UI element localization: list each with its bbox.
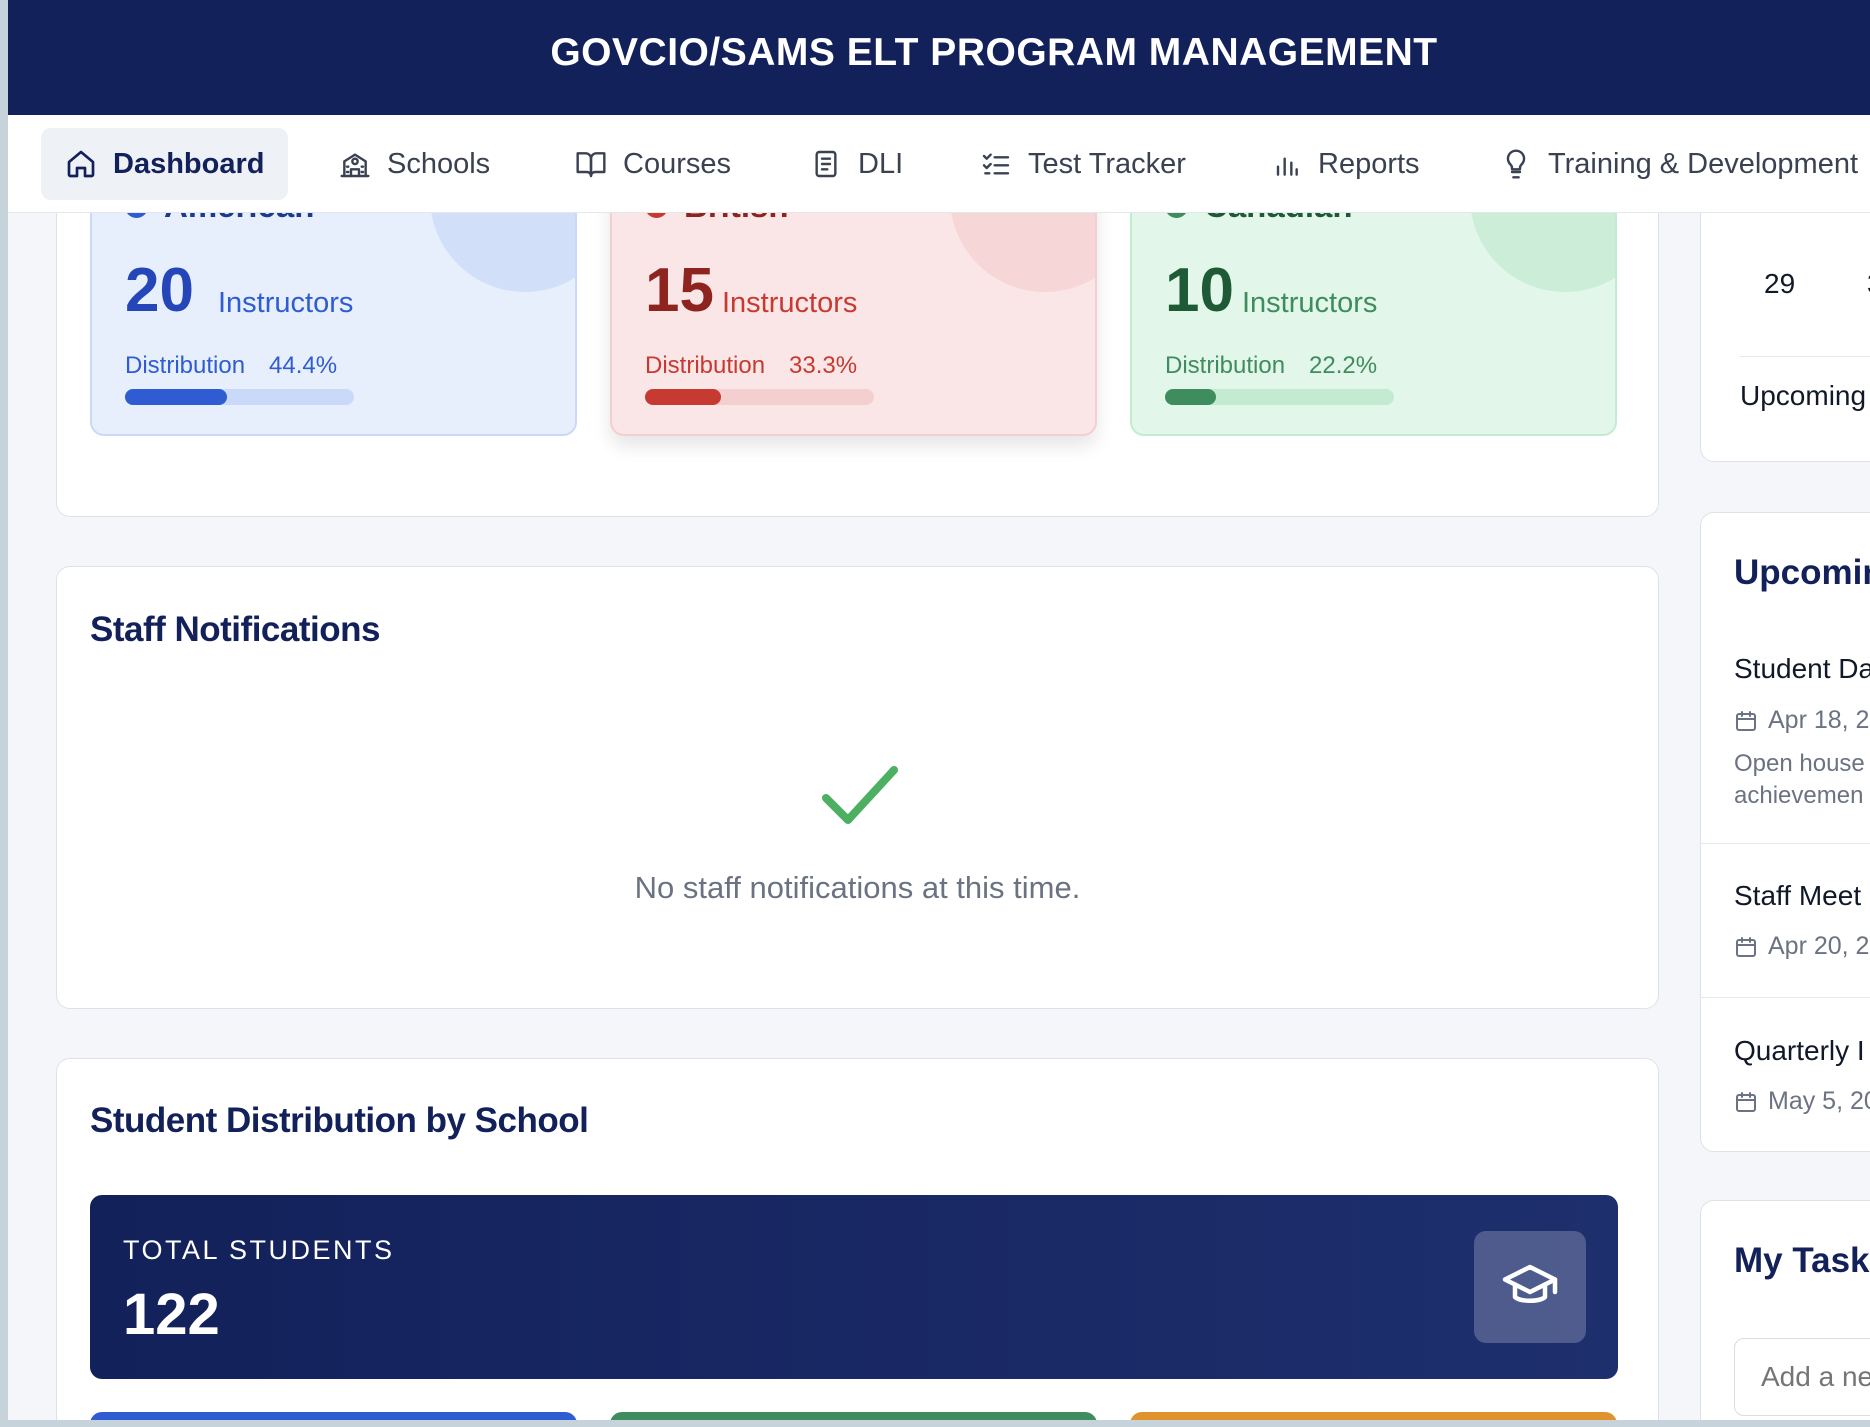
lightbulb-icon (1506, 149, 1526, 179)
instructor-unit: Instructors (1242, 287, 1378, 319)
checklist-icon (982, 153, 1010, 175)
event-date: Apr 20, 2 (1768, 932, 1870, 960)
nav-tab-courses[interactable]: Courses (551, 128, 755, 200)
upcoming-events-title: Upcomin (1734, 553, 1870, 592)
school-card-strip (90, 1412, 577, 1420)
distribution-bar-fill (1165, 389, 1216, 405)
graduation-cap-icon (1474, 1231, 1586, 1343)
distribution-bar-fill (645, 389, 722, 405)
calendar-icon (1736, 936, 1756, 957)
main-nav: Dashboard Schools Courses DLI Test Track… (8, 115, 1870, 213)
school-card-strip (610, 1412, 1097, 1420)
distribution-value: 44.4% (269, 352, 338, 379)
nav-label: Reports (1318, 147, 1420, 180)
distribution-value: 22.2% (1309, 352, 1378, 379)
my-tasks-title: My Tasks (1734, 1241, 1870, 1280)
nav-label: Schools (387, 147, 491, 180)
event-title[interactable]: Student Da (1734, 653, 1870, 685)
distribution-bar (645, 389, 874, 405)
distribution-label: Distribution (1165, 352, 1286, 379)
nav-tab-dli[interactable]: DLI (786, 128, 927, 200)
instructor-count: 15 (645, 256, 714, 325)
my-tasks-card: My Tasks (1700, 1200, 1870, 1420)
bar-chart-icon (1276, 157, 1298, 176)
nav-tab-dashboard[interactable]: Dashboard (41, 128, 289, 200)
home-icon (67, 150, 95, 178)
instructor-unit: Instructors (722, 287, 858, 319)
distribution-value: 33.3% (789, 352, 858, 379)
nav-tab-reports[interactable]: Reports (1246, 128, 1444, 200)
event-description: Open house (1734, 750, 1865, 777)
staff-notifications-title: Staff Notifications (90, 610, 380, 649)
divider (1740, 356, 1870, 357)
event-date: May 5, 20 (1768, 1087, 1870, 1115)
empty-notifications-message: No staff notifications at this time. (634, 870, 1081, 905)
checkmark-icon (822, 766, 898, 824)
calendar-icon (1736, 710, 1756, 731)
instructor-count: 10 (1165, 256, 1234, 325)
nav-label: Dashboard (113, 147, 265, 180)
calendar-icon (1736, 1091, 1756, 1112)
instructor-unit: Instructors (218, 287, 354, 319)
event-title[interactable]: Quarterly I (1734, 1035, 1865, 1067)
total-students-panel: TOTAL STUDENTS 122 (90, 1195, 1618, 1379)
total-students-value: 122 (123, 1282, 220, 1347)
app-header: GOVCIO/SAMS ELT PROGRAM MANAGEMENT (8, 0, 1870, 115)
school-icon (340, 153, 370, 178)
school-card-strip (1130, 1412, 1617, 1420)
new-task-input[interactable] (1734, 1338, 1870, 1416)
nav-label: DLI (858, 147, 904, 180)
upcoming-events-card: Upcomin Student Da Apr 18, 2 Open house … (1700, 512, 1870, 1152)
distribution-bar (1165, 389, 1394, 405)
event-date: Apr 18, 2 (1768, 706, 1870, 734)
total-students-label: TOTAL STUDENTS (123, 1235, 395, 1265)
distribution-bar-fill (125, 389, 227, 405)
nav-label: Training & Development (1548, 147, 1859, 180)
nav-tab-schools[interactable]: Schools (315, 128, 514, 200)
distribution-label: Distribution (125, 352, 246, 379)
nav-tab-test-tracker[interactable]: Test Tracker (956, 128, 1210, 200)
calendar-day[interactable]: 29 (1764, 268, 1795, 300)
event-description: achievemen (1734, 782, 1864, 809)
instructor-count: 20 (125, 256, 194, 325)
divider (1701, 843, 1870, 844)
distribution-label: Distribution (645, 352, 766, 379)
event-title[interactable]: Staff Meet (1734, 880, 1861, 912)
student-distribution-title: Student Distribution by School (90, 1101, 589, 1140)
calendar-upcoming-label: Upcoming (1740, 380, 1867, 411)
nav-label: Courses (623, 147, 731, 180)
divider (1701, 997, 1870, 998)
app-window: GOVCIO/SAMS ELT PROGRAM MANAGEMENT Dashb… (8, 0, 1870, 1420)
book-icon (815, 150, 837, 178)
nav-tab-training[interactable]: Training & Development (1476, 128, 1870, 200)
nav-label: Test Tracker (1028, 147, 1186, 180)
distribution-bar (125, 389, 354, 405)
book-open-icon (576, 152, 606, 178)
app-title: GOVCIO/SAMS ELT PROGRAM MANAGEMENT (550, 31, 1438, 74)
